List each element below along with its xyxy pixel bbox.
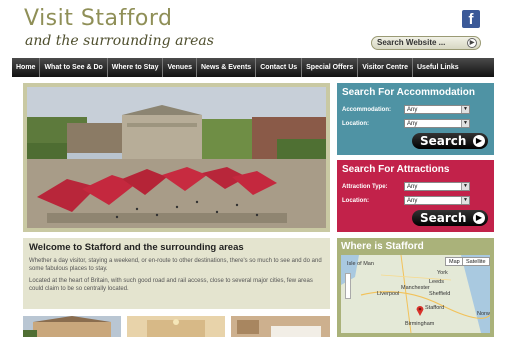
nav-item-news-events[interactable]: News & Events bbox=[197, 58, 257, 77]
search-go-icon[interactable]: ▶ bbox=[467, 38, 477, 48]
site-header: Visit Stafford and the surrounding areas… bbox=[0, 0, 508, 58]
dropdown-arrow-icon: ▼ bbox=[461, 197, 469, 204]
nav-item-useful-links[interactable]: Useful Links bbox=[413, 58, 463, 77]
welcome-paragraph-2: Located at the heart of Britain, with su… bbox=[29, 278, 313, 293]
market-square-image bbox=[27, 87, 326, 228]
thumbnail-interior-room[interactable] bbox=[127, 316, 225, 337]
map-label-stafford: Stafford bbox=[425, 305, 445, 311]
attraction-type-value: Any bbox=[407, 184, 418, 190]
welcome-title: Welcome to Stafford and the surrounding … bbox=[29, 242, 244, 253]
attraction-type-label: Attraction Type: bbox=[342, 183, 388, 190]
map-label-york: York bbox=[437, 270, 448, 276]
nav-item-special-offers[interactable]: Special Offers bbox=[302, 58, 359, 77]
thumbnail-bedroom[interactable] bbox=[231, 316, 330, 337]
site-logo-title[interactable]: Visit Stafford bbox=[24, 6, 173, 31]
map-label-birmingham: Birmingham bbox=[405, 321, 435, 327]
arrow-right-icon: ▶ bbox=[473, 135, 485, 147]
where-panel-title: Where is Stafford bbox=[341, 241, 424, 252]
main-navigation: Home What to See & Do Where to Stay Venu… bbox=[12, 58, 494, 77]
nav-item-venues[interactable]: Venues bbox=[163, 58, 197, 77]
accommodation-type-value: Any bbox=[407, 107, 418, 113]
attraction-location-select[interactable]: Any ▼ bbox=[404, 196, 470, 205]
where-is-stafford-panel: Where is Stafford Map Satellite Isle of … bbox=[337, 238, 494, 337]
location-map[interactable]: Map Satellite Isle of Man York Leeds Liv… bbox=[341, 255, 490, 333]
dropdown-arrow-icon: ▼ bbox=[461, 183, 469, 190]
accommodation-search-panel: Search For Accommodation Accommodation: … bbox=[337, 83, 494, 155]
attraction-location-label: Location: bbox=[342, 197, 369, 204]
facebook-icon[interactable]: f bbox=[462, 10, 480, 28]
map-label-leeds: Leeds bbox=[429, 279, 444, 285]
map-label-sheffield: Sheffield bbox=[429, 291, 451, 297]
accommodation-type-select[interactable]: Any ▼ bbox=[404, 105, 470, 114]
attractions-search-button[interactable]: Search ▶ bbox=[412, 210, 488, 226]
accommodation-search-button[interactable]: Search ▶ bbox=[412, 133, 488, 149]
map-label-norw: Norw bbox=[477, 311, 490, 317]
map-label-liverpool: Liverpool bbox=[377, 291, 400, 297]
arrow-right-icon: ▶ bbox=[473, 212, 485, 224]
nav-item-what-to-see[interactable]: What to See & Do bbox=[40, 58, 108, 77]
nav-item-home[interactable]: Home bbox=[12, 58, 41, 77]
accommodation-panel-title: Search For Accommodation bbox=[342, 87, 475, 98]
thumbnail-strip bbox=[23, 316, 330, 337]
site-search-placeholder: Search Website ... bbox=[377, 38, 446, 47]
attractions-panel-title: Search For Attractions bbox=[342, 164, 450, 175]
thumbnail-hotel-exterior[interactable] bbox=[23, 316, 121, 337]
attraction-type-select[interactable]: Any ▼ bbox=[404, 182, 470, 191]
welcome-paragraph-1: Whether a day visitor, staying a weekend… bbox=[29, 258, 322, 273]
hero-photo bbox=[23, 83, 330, 232]
dropdown-arrow-icon: ▼ bbox=[461, 120, 469, 127]
nav-item-where-to-stay[interactable]: Where to Stay bbox=[108, 58, 164, 77]
site-search-input[interactable]: Search Website ... ▶ bbox=[371, 36, 481, 50]
nav-item-visitor-centre[interactable]: Visitor Centre bbox=[358, 58, 413, 77]
accommodation-location-label: Location: bbox=[342, 120, 369, 127]
dropdown-arrow-icon: ▼ bbox=[461, 106, 469, 113]
attractions-search-label: Search bbox=[420, 211, 467, 225]
welcome-box: Welcome to Stafford and the surrounding … bbox=[23, 238, 330, 309]
attraction-location-value: Any bbox=[407, 198, 418, 204]
map-label-isle-of-man: Isle of Man bbox=[347, 261, 374, 267]
map-pin-icon[interactable] bbox=[416, 305, 424, 316]
map-type-satellite-button[interactable]: Satellite bbox=[462, 257, 490, 266]
attractions-search-panel: Search For Attractions Attraction Type: … bbox=[337, 160, 494, 232]
map-type-map-button[interactable]: Map bbox=[445, 257, 464, 266]
map-zoom-control[interactable] bbox=[345, 273, 351, 299]
map-label-manchester: Manchester bbox=[401, 285, 430, 291]
accommodation-search-label: Search bbox=[420, 134, 467, 148]
accommodation-type-label: Accommodation: bbox=[342, 106, 392, 113]
accommodation-location-value: Any bbox=[407, 121, 418, 127]
accommodation-location-select[interactable]: Any ▼ bbox=[404, 119, 470, 128]
nav-item-contact-us[interactable]: Contact Us bbox=[256, 58, 303, 77]
site-logo-subtitle[interactable]: and the surrounding areas bbox=[25, 33, 214, 49]
